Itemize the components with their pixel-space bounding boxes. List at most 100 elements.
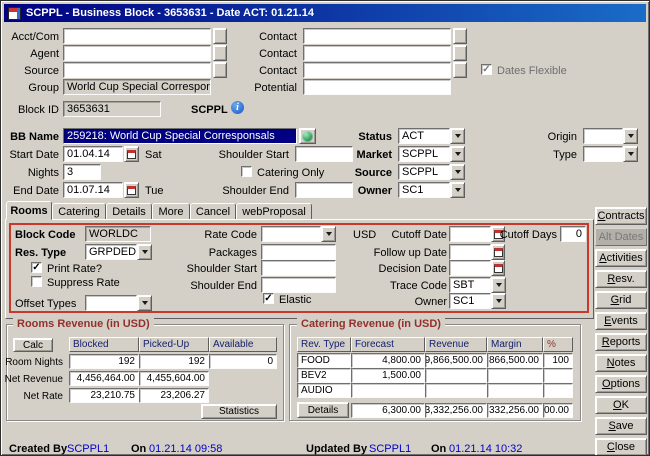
tab-shoulder-end-field[interactable] (261, 277, 336, 293)
contact3-lov-button[interactable] (453, 62, 467, 78)
details-button[interactable]: Details (297, 402, 349, 418)
cutoff-date-label: Cutoff Date (392, 227, 447, 242)
room-nights-blocked: 192 (69, 354, 139, 369)
end-date-field[interactable]: 01.07.14 (63, 182, 123, 198)
catering-row-margin (487, 383, 543, 398)
start-date-calendar-button[interactable] (124, 146, 139, 162)
rate-code-field[interactable] (261, 226, 321, 242)
decision-calendar-button[interactable] (491, 260, 505, 276)
acct-com-label: Acct/Com (3, 29, 59, 44)
res-type-dropdown-button[interactable] (137, 244, 152, 260)
potential-field[interactable] (303, 79, 451, 95)
elastic-checkbox[interactable]: ✓ (263, 293, 274, 304)
owner-dropdown-button[interactable] (450, 182, 465, 198)
agent-lov-button[interactable] (213, 45, 227, 61)
decision-date-field[interactable] (449, 260, 491, 276)
owner-field[interactable]: SC1 (398, 182, 450, 198)
close-button[interactable]: Close (595, 438, 647, 456)
elastic-label: Elastic (279, 292, 311, 307)
status-dropdown-button[interactable] (450, 128, 465, 144)
rate-code-dropdown-button[interactable] (321, 226, 336, 242)
bb-name-field[interactable]: 259218: World Cup Special Corresponsals (63, 128, 297, 144)
tab-catering[interactable]: Catering (52, 203, 106, 220)
events-button[interactable]: Events (595, 312, 647, 330)
trace-code-field[interactable]: SBT (449, 277, 491, 293)
title-bar[interactable]: SCPPL - Business Block - 3653631 - Date … (4, 4, 646, 22)
contact1-field[interactable] (303, 28, 451, 44)
nights-field[interactable]: 3 (63, 164, 101, 180)
tab-owner-dropdown-button[interactable] (491, 293, 506, 309)
type-dropdown-button[interactable] (623, 146, 638, 162)
trace-code-dropdown-button[interactable] (491, 277, 506, 293)
created-by-label: Created By (9, 441, 67, 456)
dates-flexible-checkbox[interactable]: ✓ (481, 64, 492, 75)
origin-field[interactable] (583, 128, 623, 144)
offset-types-dropdown-button[interactable] (137, 295, 152, 311)
print-rate-checkbox[interactable]: ✓ (31, 262, 42, 273)
contact3-field[interactable] (303, 62, 451, 78)
start-date-field[interactable]: 01.04.14 (63, 146, 123, 162)
bb-name-label: BB Name (3, 129, 59, 144)
offset-types-field[interactable] (85, 295, 137, 311)
app-icon (8, 7, 21, 20)
packages-field[interactable] (261, 244, 336, 260)
source2-field[interactable]: SCPPL (398, 164, 450, 180)
contact2-field[interactable] (303, 45, 451, 61)
tab-rooms[interactable]: Rooms (6, 201, 52, 220)
bb-name-globe-button[interactable] (299, 128, 316, 144)
status-field[interactable]: ACT (398, 128, 450, 144)
follow-up-date-field[interactable] (449, 244, 491, 260)
type-field[interactable] (583, 146, 623, 162)
source-lov-button[interactable] (213, 62, 227, 78)
source-field[interactable] (63, 62, 211, 78)
end-date-calendar-button[interactable] (124, 182, 139, 198)
notes-button[interactable]: Notes (595, 354, 647, 372)
col-revenue: Revenue (425, 337, 487, 352)
info-icon[interactable]: i (231, 101, 244, 114)
tab-webproposal[interactable]: webProposal (236, 203, 312, 220)
res-type-label: Res. Type (15, 245, 66, 260)
packages-label: Packages (209, 245, 257, 260)
market-label: Market (357, 147, 392, 162)
catering-only-checkbox[interactable] (241, 166, 252, 177)
source-dropdown-button[interactable] (450, 164, 465, 180)
shoulder-end-field[interactable] (295, 182, 353, 198)
save-button[interactable]: Save (595, 417, 647, 435)
tab-shoulder-start-field[interactable] (261, 260, 336, 276)
acct-com-field[interactable] (63, 28, 211, 44)
statistics-button[interactable]: Statistics (201, 404, 277, 419)
ok-button[interactable]: OK (595, 396, 647, 414)
catering-row-forecast: 4,800.00 (351, 353, 425, 368)
shoulder-start-field[interactable] (295, 146, 353, 162)
catering-revenue-title: Catering Revenue (in USD) (297, 318, 445, 331)
follow-up-date-label: Follow up Date (374, 245, 447, 260)
market-dropdown-button[interactable] (450, 146, 465, 162)
tab-cancel[interactable]: Cancel (190, 203, 236, 220)
options-button[interactable]: Options (595, 375, 647, 393)
cutoff-days-field[interactable]: 0 (560, 226, 586, 242)
cutoff-date-field[interactable] (449, 226, 491, 242)
calc-button[interactable]: Calc (13, 338, 53, 352)
agent-field[interactable] (63, 45, 211, 61)
cutoff-days-label: Cutoff Days (500, 227, 557, 242)
contact1-lov-button[interactable] (453, 28, 467, 44)
reports-button[interactable]: Reports (595, 333, 647, 351)
tab-details[interactable]: Details (106, 203, 152, 220)
origin-dropdown-button[interactable] (623, 128, 638, 144)
contact2-lov-button[interactable] (453, 45, 467, 61)
chevron-down-icon (455, 170, 461, 174)
suppress-rate-checkbox[interactable] (31, 276, 42, 287)
follow-up-calendar-button[interactable] (491, 244, 505, 260)
acct-com-lov-button[interactable] (213, 28, 227, 44)
market-field[interactable]: SCPPL (398, 146, 450, 162)
block-id-field: 3653631 (63, 101, 161, 117)
tab-owner-field[interactable]: SC1 (449, 293, 491, 309)
res-type-field[interactable]: GRPDED (85, 244, 137, 260)
activities-button[interactable]: Activities (595, 249, 647, 267)
end-day-label: Tue (145, 183, 164, 198)
contracts-button[interactable]: Contracts (595, 207, 647, 225)
tab-more[interactable]: More (152, 203, 190, 220)
contact2-label: Contact (259, 46, 297, 61)
grid-button[interactable]: Grid (595, 291, 647, 309)
resv-button[interactable]: Resv. (595, 270, 647, 288)
